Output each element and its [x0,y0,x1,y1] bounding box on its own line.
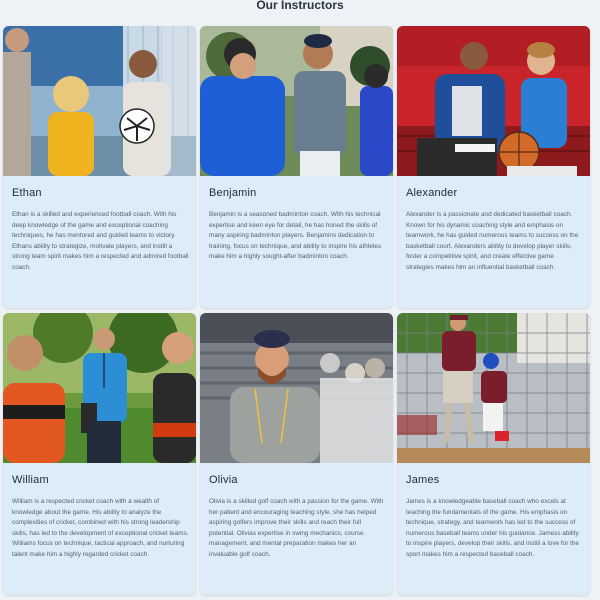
instructor-name: Alexander [406,187,458,199]
instructor-bio: Ethan is a skilled and experienced footb… [12,211,189,271]
instructor-card-alexander[interactable]: Alexander Alexander is a passionate and … [397,26,590,308]
section-title: Our Instructors [256,0,344,12]
golf-coach-photo [200,313,393,463]
basketball-coach-photo [397,26,590,176]
instructor-name: William [12,474,49,486]
instructor-bio: Benjamin is a seasoned badminton coach. … [209,211,382,261]
instructor-card-olivia[interactable]: Olivia Olivia is a skilled golf coach wi… [200,313,393,595]
football-coach-photo [3,26,196,176]
instructor-card-william[interactable]: William William is a respected cricket c… [3,313,196,595]
badminton-coach-photo [200,26,393,176]
instructor-card-ethan[interactable]: Ethan Ethan is a skilled and experienced… [3,26,196,308]
instructor-bio: Alexander is a passionate and dedicated … [406,211,579,271]
baseball-coach-photo [397,313,590,463]
instructor-name: James [406,474,440,486]
instructor-bio: James is a knowledgeable baseball coach … [406,498,579,558]
instructor-name: Ethan [12,187,42,199]
instructor-name: Olivia [209,474,238,486]
instructor-bio: William is a respected cricket coach wit… [12,498,189,558]
instructor-name: Benjamin [209,187,257,199]
cricket-coach-photo [3,313,196,463]
instructor-bio: Olivia is a skilled golf coach with a pa… [209,498,384,558]
instructor-card-james[interactable]: James James is a knowledgeable baseball … [397,313,590,595]
instructor-card-benjamin[interactable]: Benjamin Benjamin is a seasoned badminto… [200,26,393,308]
